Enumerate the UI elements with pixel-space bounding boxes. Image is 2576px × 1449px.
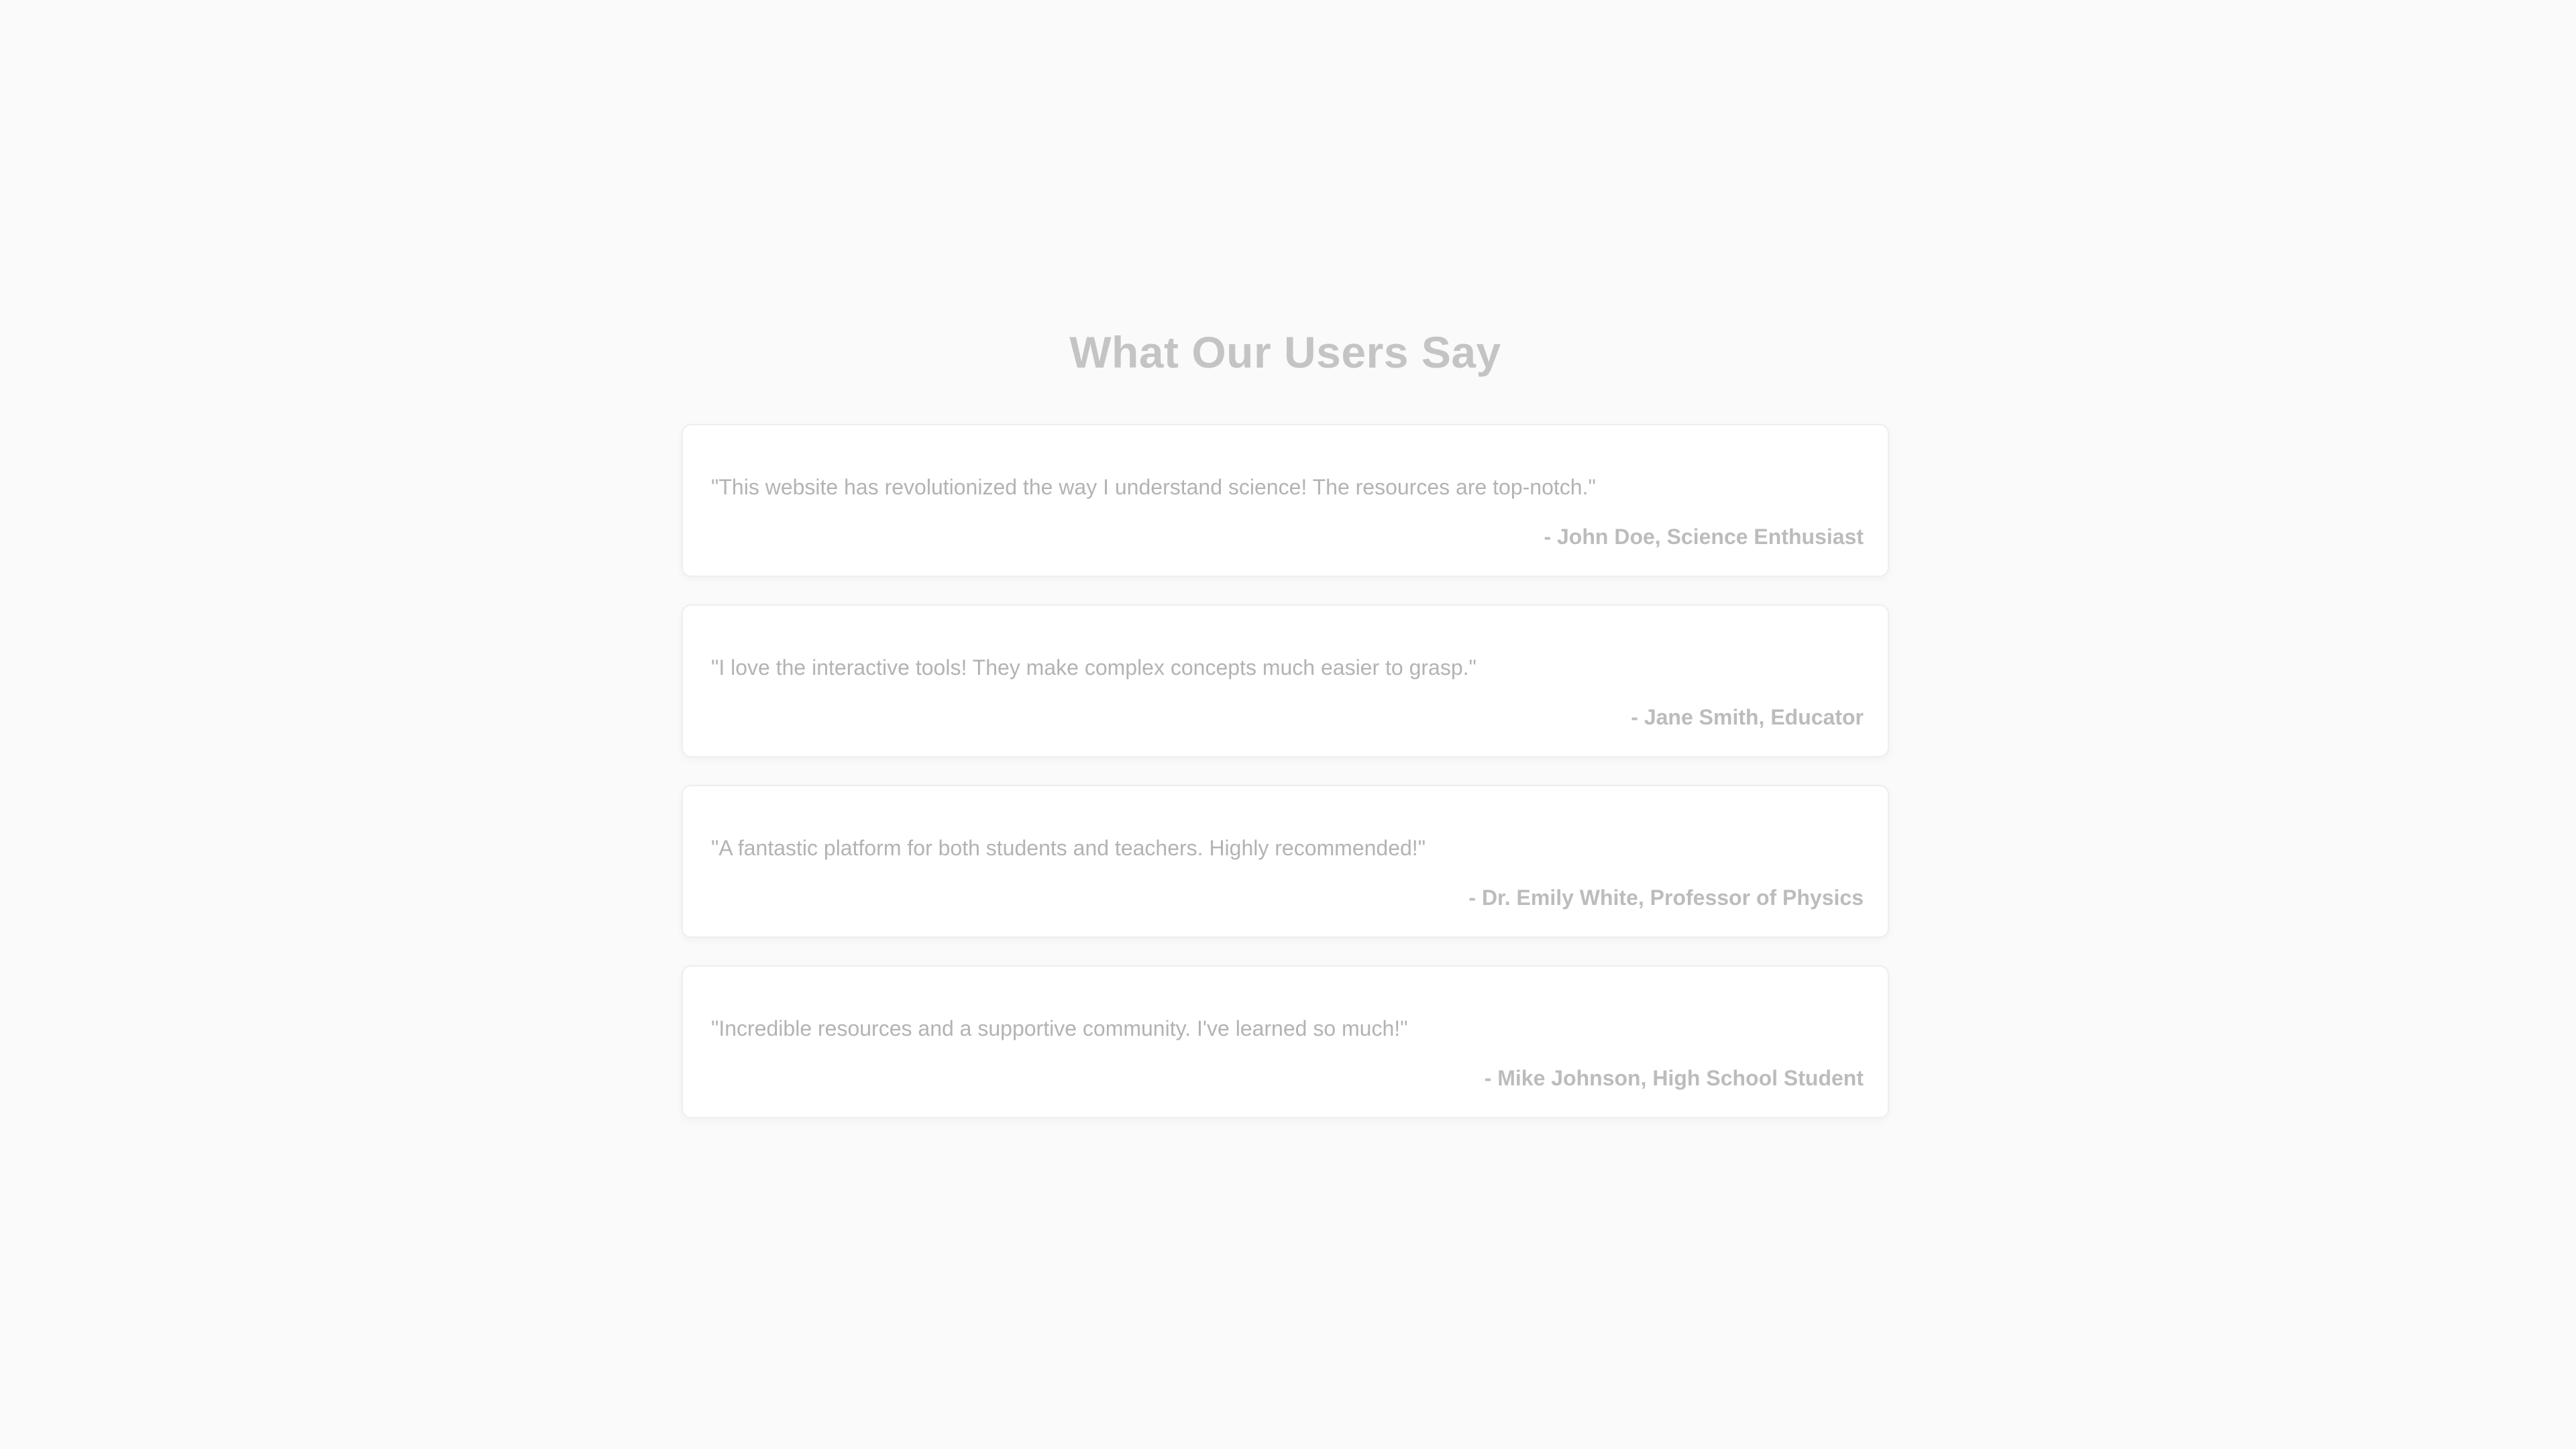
testimonial-author: - Mike Johnson, High School Student — [1484, 1066, 1864, 1090]
testimonial-card: "Incredible resources and a supportive c… — [682, 965, 1889, 1118]
testimonial-author: - Jane Smith, Educator — [1631, 705, 1864, 729]
testimonial-author: - John Doe, Science Enthusiast — [1544, 525, 1864, 549]
testimonial-list: "This website has revolutionized the way… — [682, 424, 1889, 1118]
testimonial-card: "This website has revolutionized the way… — [682, 424, 1889, 577]
testimonial-quote: "I love the interactive tools! They make… — [711, 655, 1477, 680]
testimonial-card: "I love the interactive tools! They make… — [682, 604, 1889, 757]
testimonial-author: - Dr. Emily White, Professor of Physics — [1468, 885, 1864, 910]
testimonial-quote: "This website has revolutionized the way… — [711, 475, 1596, 499]
testimonial-quote: "A fantastic platform for both students … — [711, 836, 1426, 860]
testimonials-section: What Our Users Say "This website has rev… — [682, 315, 1889, 1146]
testimonial-quote: "Incredible resources and a supportive c… — [711, 1016, 1408, 1040]
section-heading: What Our Users Say — [1069, 327, 1501, 377]
testimonial-card: "A fantastic platform for both students … — [682, 785, 1889, 938]
